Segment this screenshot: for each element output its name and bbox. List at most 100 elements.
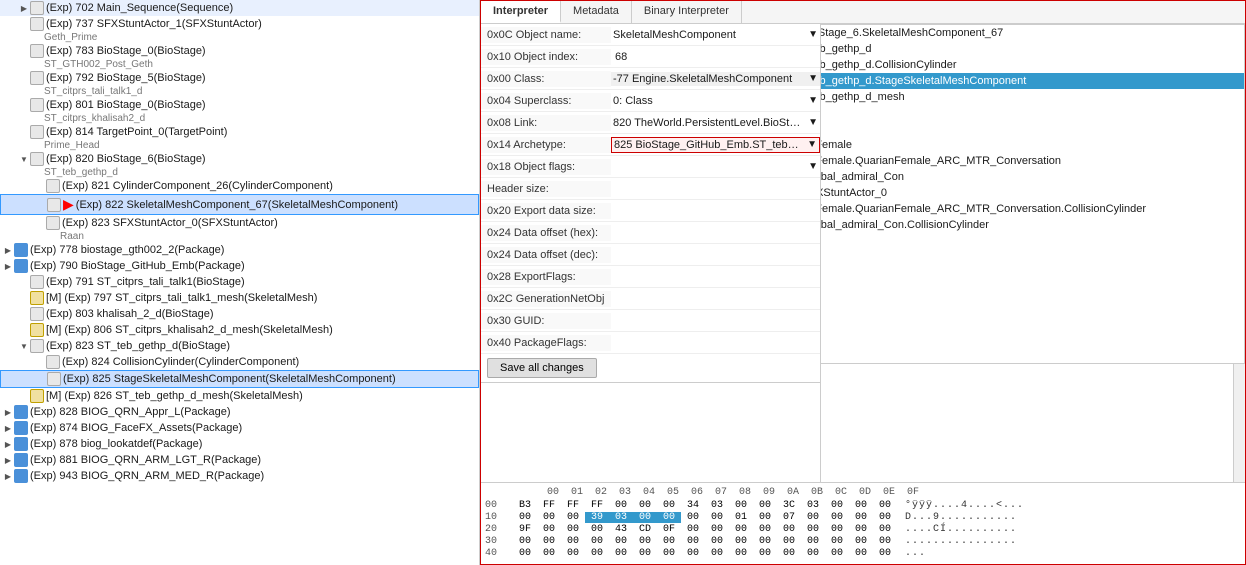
dropdown-arrow-icon[interactable]: ▼ <box>808 161 818 172</box>
hex-byte[interactable]: 00 <box>873 524 897 535</box>
hex-byte[interactable]: 00 <box>753 512 777 523</box>
hex-byte[interactable]: 00 <box>705 536 729 547</box>
save-all-changes-button[interactable]: Save all changes <box>487 358 597 378</box>
dropdown-item[interactable]: 829 BIOG_QRN_Appr_L.QuarianFemale <box>821 137 1244 153</box>
hex-byte[interactable]: 00 <box>753 536 777 547</box>
hex-byte[interactable]: 00 <box>801 524 825 535</box>
dropdown-item[interactable]: 832 TheWorld.PersistentLevel.SFXStuntAct… <box>821 185 1244 201</box>
hex-byte[interactable]: 00 <box>729 536 753 547</box>
archetype-dropdown-panel[interactable]: 822 TheWorld.PersistentLevel.BioStage_6.… <box>821 24 1245 364</box>
hex-byte[interactable]: 00 <box>513 548 537 559</box>
hex-byte[interactable]: 00 <box>753 524 777 535</box>
hex-byte[interactable]: 00 <box>681 536 705 547</box>
dropdown-arrow-icon[interactable]: ▼ <box>808 117 818 128</box>
tree-item[interactable]: ▶(Exp) 878 biog_lookatdef(Package) <box>0 436 479 452</box>
hex-byte[interactable]: 00 <box>777 524 801 535</box>
hex-byte[interactable]: 00 <box>561 524 585 535</box>
hex-byte[interactable]: FF <box>585 500 609 511</box>
field-value[interactable]: -77 Engine.SkeletalMeshComponent▼ <box>611 72 820 86</box>
dropdown-arrow-icon[interactable]: ▼ <box>808 73 818 84</box>
tree-item[interactable]: (Exp) 821 CylinderComponent_26(CylinderC… <box>0 178 479 194</box>
hex-byte[interactable]: 00 <box>513 536 537 547</box>
hex-byte[interactable]: 00 <box>561 512 585 523</box>
hex-byte[interactable]: 00 <box>825 500 849 511</box>
field-value[interactable]: 825 BioStage_GitHub_Emb.ST_teb_gethp_d.S… <box>611 137 820 153</box>
hex-byte[interactable]: 00 <box>705 548 729 559</box>
hex-byte[interactable]: 00 <box>729 548 753 559</box>
field-value[interactable]: 820 TheWorld.PersistentLevel.BioStage_6▼ <box>611 116 820 130</box>
tree-item[interactable]: ▼(Exp) 823 ST_teb_gethp_d(BioStage) <box>0 338 479 354</box>
dropdown-item[interactable]: 825 BioStage_GitHub_Emb.ST_teb_gethp_d.S… <box>821 73 1244 89</box>
hex-byte[interactable]: 00 <box>777 536 801 547</box>
tree-item[interactable]: (Exp) 737 SFXStuntActor_1(SFXStuntActor) <box>0 16 479 32</box>
tree-item[interactable]: (Exp) 801 BioStage_0(BioStage) <box>0 97 479 113</box>
hex-byte[interactable]: 00 <box>873 512 897 523</box>
hex-byte[interactable]: 9F <box>513 524 537 535</box>
hex-byte[interactable]: 03 <box>801 500 825 511</box>
hex-byte[interactable]: 00 <box>729 500 753 511</box>
hex-byte[interactable]: 0F <box>657 524 681 535</box>
hex-byte[interactable]: FF <box>561 500 585 511</box>
field-value[interactable]: ▼ <box>611 160 820 173</box>
hex-byte[interactable]: 00 <box>609 500 633 511</box>
field-value[interactable]: 0: Class▼ <box>611 94 820 108</box>
tree-item[interactable]: ▶(Exp) 881 BIOG_QRN_ARM_LGT_R(Package) <box>0 452 479 468</box>
hex-byte[interactable]: 34 <box>681 500 705 511</box>
tree-item[interactable]: ▼(Exp) 820 BioStage_6(BioStage) <box>0 151 479 167</box>
hex-byte[interactable]: CD <box>633 524 657 535</box>
hex-byte[interactable]: 00 <box>705 524 729 535</box>
hex-byte[interactable]: B3 <box>513 500 537 511</box>
hex-byte[interactable]: 00 <box>585 524 609 535</box>
hex-byte[interactable]: 01 <box>729 512 753 523</box>
hex-byte[interactable]: 00 <box>585 536 609 547</box>
hex-byte[interactable]: 00 <box>801 536 825 547</box>
hex-byte[interactable]: 00 <box>849 536 873 547</box>
hex-byte[interactable]: 00 <box>849 512 873 523</box>
tree-item[interactable]: (Exp) 814 TargetPoint_0(TargetPoint) <box>0 124 479 140</box>
dropdown-item[interactable]: 833 BIOG_QRN_Appr_L.QuarianFemale.Quaria… <box>821 201 1244 217</box>
tab-metadata[interactable]: Metadata <box>561 1 632 23</box>
tree-item[interactable]: [M] (Exp) 806 ST_citprs_khalisah2_d_mesh… <box>0 322 479 338</box>
tree-item[interactable]: ▶(Exp) 874 BIOG_FaceFX_Assets(Package) <box>0 420 479 436</box>
hex-byte[interactable]: 00 <box>537 536 561 547</box>
hex-byte[interactable]: 00 <box>561 548 585 559</box>
hex-byte[interactable]: 00 <box>873 548 897 559</box>
hex-byte[interactable]: 39 <box>585 512 609 523</box>
hex-byte[interactable]: 00 <box>537 524 561 535</box>
hex-byte[interactable]: 00 <box>849 500 873 511</box>
hex-byte[interactable]: 00 <box>657 536 681 547</box>
hex-byte[interactable]: 00 <box>849 548 873 559</box>
dropdown-item[interactable]: 834 biochar_global.Archetypes.global_adm… <box>821 217 1244 233</box>
tree-item[interactable]: ▶(Exp) 778 biostage_gth002_2(Package) <box>0 242 479 258</box>
hex-byte[interactable]: 00 <box>633 548 657 559</box>
hex-byte[interactable]: 00 <box>825 548 849 559</box>
hex-byte[interactable]: 00 <box>633 536 657 547</box>
tree-item[interactable]: ▶(Exp) 828 BIOG_QRN_Appr_L(Package) <box>0 404 479 420</box>
field-value[interactable]: SkeletalMeshComponent▼ <box>611 28 820 42</box>
hex-byte[interactable]: 00 <box>657 548 681 559</box>
dropdown-item[interactable]: 822 TheWorld.PersistentLevel.BioStage_6.… <box>821 25 1244 41</box>
tree-item[interactable]: (Exp) 791 ST_citprs_tali_talk1(BioStage) <box>0 274 479 290</box>
hex-byte[interactable]: 03 <box>609 512 633 523</box>
hex-byte[interactable]: 00 <box>681 512 705 523</box>
tree-item[interactable]: ▶(Exp) 702 Main_Sequence(Sequence) <box>0 0 479 16</box>
dropdown-item[interactable]: 828 BIOG_QRN_Appr_L <box>821 121 1244 137</box>
hex-byte[interactable]: 00 <box>513 512 537 523</box>
hex-byte[interactable]: 00 <box>705 512 729 523</box>
hex-byte[interactable]: 00 <box>633 512 657 523</box>
hex-byte[interactable]: 00 <box>585 548 609 559</box>
dropdown-item[interactable]: 823 BioStage_GitHub_Emb.ST_teb_gethp_d <box>821 41 1244 57</box>
hex-byte[interactable]: 00 <box>657 512 681 523</box>
hex-byte[interactable]: 00 <box>537 548 561 559</box>
dropdown-item[interactable]: 826 BioStage_GitHub_Emb.ST_teb_gethp_d_m… <box>821 89 1244 105</box>
hex-byte[interactable]: 00 <box>633 500 657 511</box>
hex-byte[interactable]: 00 <box>753 548 777 559</box>
dropdown-item[interactable]: 827 biochar_global.Archetypes <box>821 105 1244 121</box>
hex-byte[interactable]: 00 <box>825 524 849 535</box>
hex-byte[interactable]: 03 <box>705 500 729 511</box>
tab-binary-interpreter[interactable]: Binary Interpreter <box>632 1 742 23</box>
dropdown-arrow-icon[interactable]: ▼ <box>808 95 818 106</box>
tree-item[interactable]: ▶(Exp) 790 BioStage_GitHub_Emb(Package) <box>0 258 479 274</box>
hex-byte[interactable]: FF <box>537 500 561 511</box>
hex-byte[interactable]: 00 <box>657 500 681 511</box>
